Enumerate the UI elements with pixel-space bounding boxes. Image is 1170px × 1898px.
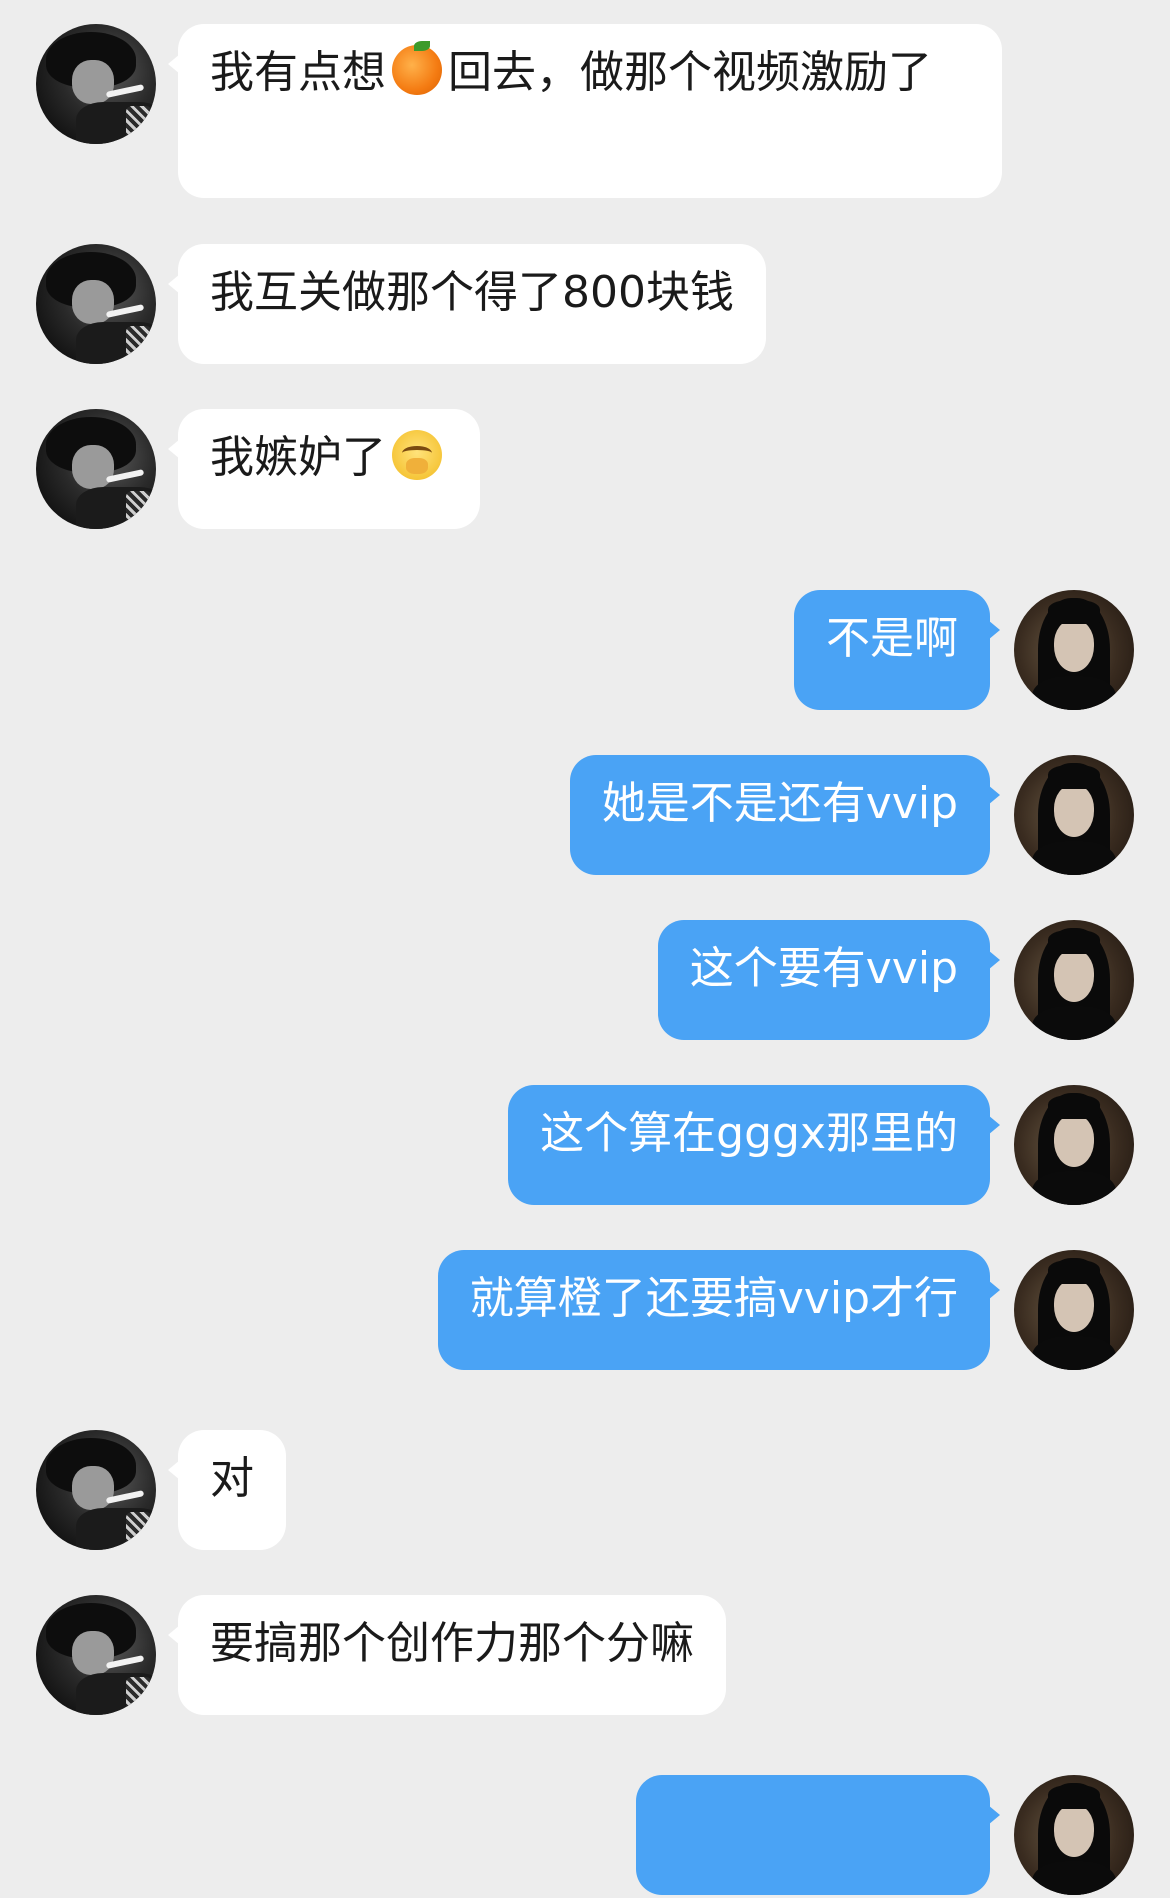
message-text: 不是啊 (826, 613, 958, 664)
contact-avatar[interactable] (36, 1430, 156, 1550)
incoming-message-bubble[interactable]: 我有点想 回去，做那个视频激励了 (168, 24, 1002, 198)
message-text: 这个要有vvip (689, 943, 958, 994)
my-avatar[interactable] (1014, 1250, 1134, 1370)
message-text: 这个算在gggx那里的 (540, 1108, 958, 1159)
message-text: 要搞那个创作力那个分嘛 (210, 1618, 694, 1669)
incoming-message-bubble[interactable]: 我互关做那个得了800块钱 (168, 244, 766, 364)
my-avatar[interactable] (1014, 755, 1134, 875)
crying-face-emoji-icon (392, 430, 442, 480)
message-text: 我互关做那个得了800块钱 (210, 267, 734, 318)
message-text: 对 (210, 1453, 254, 1504)
orange-emoji-icon (392, 41, 442, 95)
message-text: 我嫉妒了 (210, 432, 386, 483)
outgoing-message-bubble[interactable] (636, 1775, 1000, 1895)
my-avatar[interactable] (1014, 920, 1134, 1040)
outgoing-message-bubble[interactable]: 就算橙了还要搞vvip才行 (437, 1250, 1001, 1370)
incoming-message-bubble[interactable]: 对 (168, 1430, 286, 1550)
outgoing-message-bubble[interactable]: 这个算在gggx那里的 (508, 1085, 1000, 1205)
outgoing-message-bubble[interactable]: 这个要有vvip (657, 920, 1001, 1040)
contact-avatar[interactable] (36, 24, 156, 144)
message-text: 她是不是还有vvip (601, 778, 958, 829)
outgoing-message-bubble[interactable]: 不是啊 (794, 590, 1000, 710)
contact-avatar[interactable] (36, 244, 156, 364)
chat-message-list[interactable]: 我有点想 回去，做那个视频激励了 我互关做那个得了800块钱 我嫉妒了 不是啊 (0, 0, 1170, 1898)
contact-avatar[interactable] (36, 1595, 156, 1715)
message-text: 回去，做那个视频激励了 (448, 47, 932, 98)
my-avatar[interactable] (1014, 1775, 1134, 1895)
my-avatar[interactable] (1014, 1085, 1134, 1205)
incoming-message-bubble[interactable]: 要搞那个创作力那个分嘛 (168, 1595, 726, 1715)
outgoing-message-bubble[interactable]: 她是不是还有vvip (569, 755, 1001, 875)
message-text: 就算橙了还要搞vvip才行 (469, 1273, 958, 1324)
contact-avatar[interactable] (36, 409, 156, 529)
my-avatar[interactable] (1014, 590, 1134, 710)
incoming-message-bubble[interactable]: 我嫉妒了 (168, 409, 480, 529)
message-text: 我有点想 (210, 47, 386, 98)
